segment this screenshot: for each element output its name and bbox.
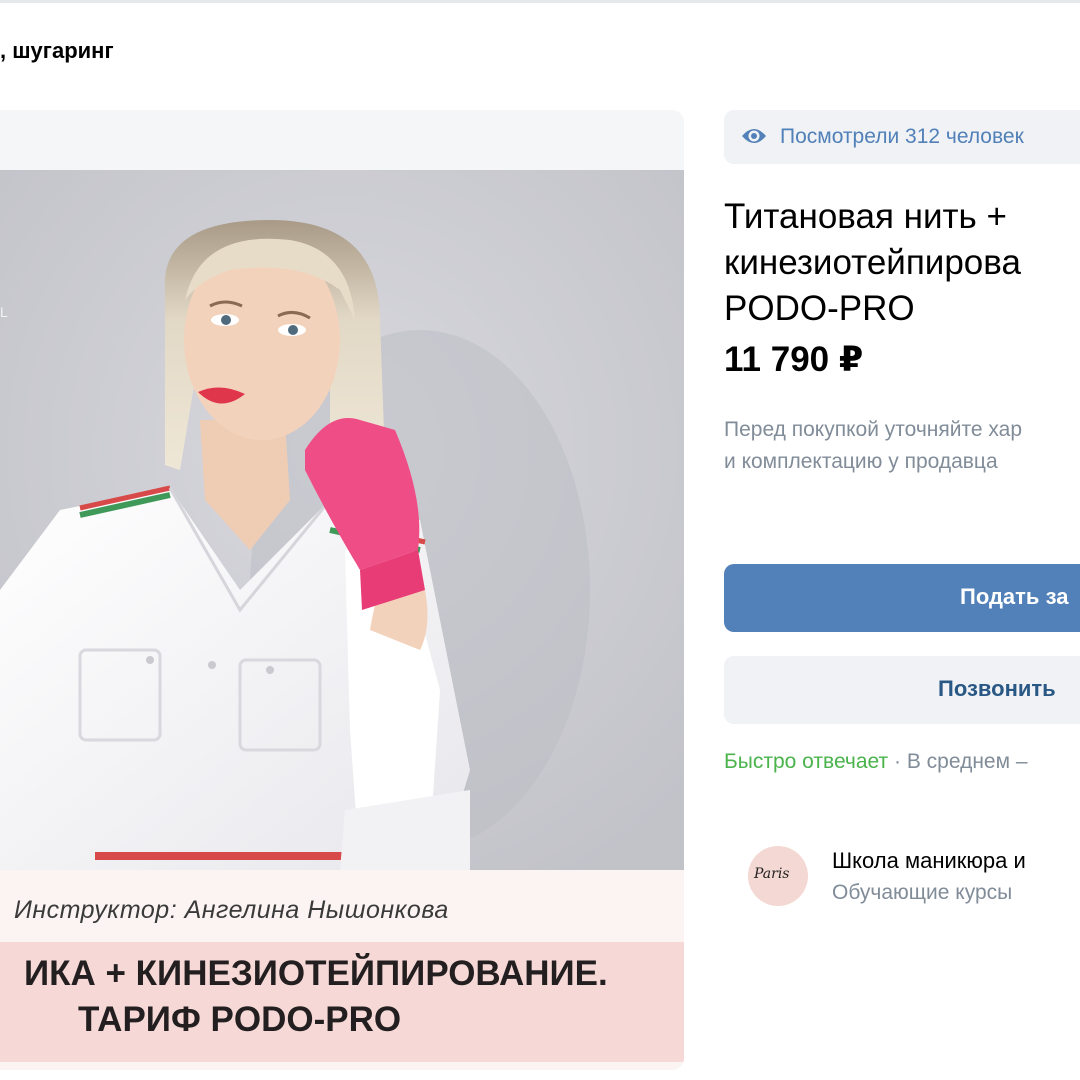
average-response-time: В среднем – — [906, 750, 1028, 773]
course-title-line-1: ИКА + КИНЕЗИОТЕЙПИРОВАНИЕ. — [24, 954, 608, 993]
views-count-text: Посмотрели 312 человек — [780, 125, 1024, 148]
disclaimer-line-2: и комплектацию у продавца — [724, 450, 998, 473]
course-title-band: ИКА + КИНЕЗИОТЕЙПИРОВАНИЕ. ТАРИФ PODO-PR… — [0, 942, 684, 1062]
product-title: Титановая нить + кинезиотейпирова PODO-P… — [724, 194, 1080, 332]
seller-response-info: Быстро отвечает · В среднем – — [724, 750, 1028, 774]
instructor-photo-illustration — [0, 170, 684, 870]
call-button[interactable]: Позвонить — [724, 656, 1080, 724]
purchase-disclaimer: Перед покупкой уточняйте хар и комплекта… — [724, 414, 1022, 478]
disclaimer-line-1: Перед покупкой уточняйте хар — [724, 418, 1023, 441]
product-media-card[interactable]: L Инструктор: Ангелина Нышонкова ИКА + К… — [0, 110, 684, 1070]
course-title-line-2: ТАРИФ PODO-PRO — [78, 1000, 402, 1039]
photo-caption-bar: Инструктор: Ангелина Нышонкова ИКА + КИН… — [0, 870, 684, 1070]
product-photo[interactable]: L — [0, 170, 684, 870]
product-price: 11 790 ₽ — [724, 340, 864, 379]
photo-watermark: L — [0, 304, 8, 320]
response-separator: · — [888, 750, 907, 773]
seller-avatar[interactable]: Paris — [748, 846, 808, 906]
breadcrumb-category[interactable]: , шугаринг — [0, 38, 114, 64]
top-divider — [0, 0, 1080, 3]
submit-request-label: Подать за — [960, 584, 1069, 609]
views-counter: Посмотрели 312 человек — [724, 110, 1080, 164]
product-page: , шугаринг L Инструктор: Ангелина Нышонк… — [0, 0, 1080, 1080]
seller-category: Обучающие курсы — [832, 881, 1013, 904]
instructor-caption: Инструктор: Ангелина Нышонкова — [14, 896, 449, 924]
fast-response-badge: Быстро отвечает — [724, 750, 889, 773]
product-title-line-2: кинезиотейпирова — [724, 243, 1021, 282]
call-button-label: Позвонить — [938, 676, 1056, 701]
product-title-line-3: PODO-PRO — [724, 289, 915, 328]
seller-avatar-logo-text: Paris — [754, 866, 790, 882]
product-title-line-1: Титановая нить + — [724, 197, 1007, 236]
submit-request-button[interactable]: Подать за — [724, 564, 1080, 632]
eye-icon — [740, 124, 768, 153]
seller-card[interactable]: Paris Школа маникюра и Обучающие курсы — [748, 846, 1080, 910]
seller-name[interactable]: Школа маникюра и — [832, 848, 1026, 874]
